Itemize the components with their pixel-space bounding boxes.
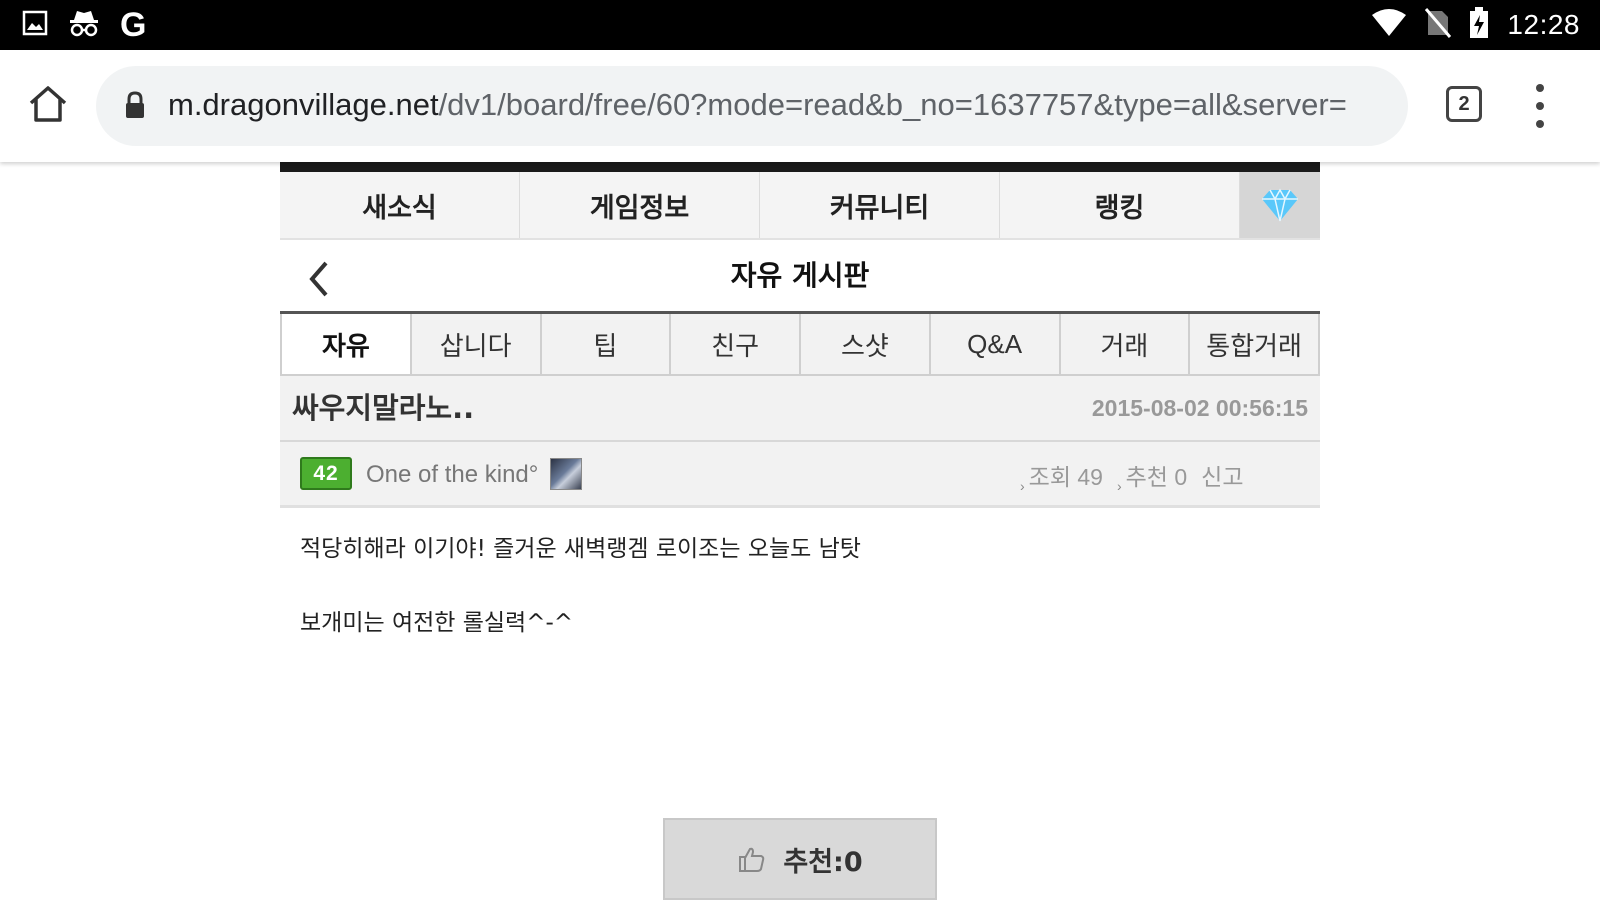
thumbs-up-icon <box>739 847 765 872</box>
menu-dot <box>1536 84 1544 92</box>
home-icon <box>29 86 67 122</box>
nav-news[interactable]: 새소식 <box>280 172 520 238</box>
overflow-menu-button[interactable] <box>1530 84 1550 128</box>
url-text[interactable]: m.dragonvillage.net/dv1/board/free/60?mo… <box>168 84 1396 126</box>
nav-ranking[interactable]: 랭킹 <box>1000 172 1240 238</box>
battery-charging-icon <box>1469 7 1489 43</box>
post-body-line: 보개미는 여전한 롤실력^-^ <box>300 610 574 636</box>
tab-trade[interactable]: 거래 <box>1060 314 1191 374</box>
tab-buy[interactable]: 삽니다 <box>411 314 542 374</box>
tab-count: 2 <box>1458 92 1470 115</box>
report-link[interactable]: 신고 <box>1201 442 1243 515</box>
level-badge: 42 <box>300 457 352 490</box>
url-bar[interactable]: m.dragonvillage.net/dv1/board/free/60?mo… <box>96 66 1408 146</box>
url-domain: m.dragonvillage.net <box>168 87 439 122</box>
site-content: 새소식 게임정보 커뮤니티 랭킹 자유 게시판 자유 삽니다 팁 친구 스샷 Q… <box>280 160 1320 664</box>
post-header: 싸우지말라노.. 2015-08-02 00:56:15 <box>280 376 1320 442</box>
tab-free[interactable]: 자유 <box>282 314 412 374</box>
status-bar: G 12:28 <box>0 0 1600 50</box>
wifi-icon <box>1371 9 1407 41</box>
post-date: 2015-08-02 00:56:15 <box>1091 395 1308 421</box>
board-sub-tabs: 자유 삽니다 팁 친구 스샷 Q&A 거래 통합거래 <box>280 314 1320 376</box>
view-count-text: 조회 49 <box>1028 464 1103 490</box>
post-body-gap <box>300 566 1300 606</box>
nav-community[interactable]: 커뮤니티 <box>760 172 1000 238</box>
gem-menu-button[interactable] <box>1240 172 1320 238</box>
post-body: 적당히해라 이기야! 즐거운 새벽랭겜 로이조는 오늘도 남탓 보개미는 여전한… <box>280 508 1320 664</box>
tab-qa[interactable]: Q&A <box>930 314 1061 374</box>
recommend-count: › 추천 0 <box>1117 442 1187 515</box>
nav-game-info[interactable]: 게임정보 <box>520 172 760 238</box>
post-body-line: 적당히해라 이기야! 즐거운 새벽랭겜 로이조는 오늘도 남탓 <box>300 536 861 562</box>
level-value: 42 <box>313 461 339 485</box>
author-row: 42 One of the kind° › 조회 49 › 추천 0 신고 <box>280 442 1320 508</box>
google-icon: G <box>120 6 147 44</box>
author-name[interactable]: One of the kind° <box>366 442 538 508</box>
home-button[interactable] <box>26 82 70 126</box>
tab-friends[interactable]: 친구 <box>671 314 801 374</box>
tab-tips[interactable]: 팁 <box>541 314 672 374</box>
lock-icon <box>126 91 144 118</box>
board-header: 자유 게시판 <box>280 240 1320 314</box>
url-path: /dv1/board/free/60?mode=read&b_no=163775… <box>438 87 1347 122</box>
arrow-icon: › <box>1020 478 1025 494</box>
post-title: 싸우지말라노.. <box>292 391 475 425</box>
post-stats: › 조회 49 › 추천 0 신고 <box>1020 442 1243 515</box>
recommend-button-label: 추천:0 <box>783 846 863 878</box>
menu-dot <box>1536 120 1544 128</box>
avatar[interactable] <box>550 458 582 490</box>
image-icon <box>22 10 48 40</box>
main-nav: 새소식 게임정보 커뮤니티 랭킹 <box>280 172 1320 240</box>
view-count: › 조회 49 <box>1020 442 1103 515</box>
browser-toolbar: m.dragonvillage.net/dv1/board/free/60?mo… <box>0 50 1600 162</box>
no-sim-icon <box>1425 8 1452 42</box>
gem-icon <box>1262 188 1298 222</box>
tab-switcher-button[interactable]: 2 <box>1446 86 1482 122</box>
tab-screenshots[interactable]: 스샷 <box>801 314 931 374</box>
menu-dot <box>1536 102 1544 110</box>
page-title: 자유 게시판 <box>730 259 870 292</box>
clock: 12:28 <box>1507 9 1580 40</box>
recommend-button[interactable]: 추천:0 <box>663 818 937 900</box>
recommend-count-text: 추천 0 <box>1125 464 1188 490</box>
incognito-icon <box>68 8 100 42</box>
tab-integrated-trade[interactable]: 통합거래 <box>1190 314 1318 374</box>
arrow-icon: › <box>1116 478 1122 494</box>
